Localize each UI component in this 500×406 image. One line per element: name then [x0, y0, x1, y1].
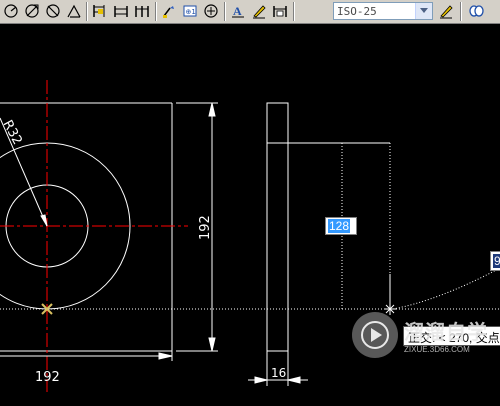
play-logo-icon: [352, 312, 398, 358]
dim-update-icon[interactable]: [250, 2, 268, 20]
dim-style-icon[interactable]: [271, 2, 289, 20]
toolbar-separator: [224, 2, 226, 21]
dynamic-input-angle[interactable]: 9: [490, 251, 500, 271]
dim-diameter-icon[interactable]: [23, 2, 41, 20]
dimtedit-icon[interactable]: A: [229, 2, 247, 20]
dynamic-input-angle-value: 9: [493, 254, 500, 268]
dimension-style-value: ISO-25: [337, 5, 377, 18]
height-dimension-label: 192: [198, 215, 213, 240]
side-width-label: 16: [271, 366, 286, 380]
width-dimension-label: 192: [35, 370, 60, 385]
watermark: 溜溜自学 ZIXUE.3D66.COM: [352, 312, 492, 370]
toolbar-separator: [86, 2, 88, 21]
dimstyle-manager-icon[interactable]: [437, 2, 455, 20]
dimension-toolbar: ⊕1 A ISO-25: [0, 0, 500, 24]
dim-leader-icon[interactable]: [133, 2, 151, 20]
svg-text:⊕1: ⊕1: [186, 8, 196, 16]
horizontal-dimension: [0, 351, 173, 361]
dimension-style-dropdown[interactable]: ISO-25: [333, 2, 433, 20]
radius-label: R32: [0, 118, 25, 148]
tolerance-icon[interactable]: [160, 2, 178, 20]
toolbar-separator: [293, 2, 295, 21]
quick-dim-icon[interactable]: [65, 2, 83, 20]
dynamic-input-length[interactable]: 128: [325, 217, 357, 235]
center-mark-icon[interactable]: ⊕1: [181, 2, 199, 20]
toolbar-separator: [460, 2, 462, 21]
watermark-title: 溜溜自学: [404, 322, 488, 344]
extra-icon[interactable]: [467, 2, 485, 20]
svg-text:A: A: [233, 4, 242, 18]
toolbar-separator: [155, 2, 157, 21]
dim-baseline-icon[interactable]: [91, 2, 109, 20]
dim-angular-icon[interactable]: [44, 2, 62, 20]
centerlines: [0, 80, 188, 392]
dimedit-icon[interactable]: [202, 2, 220, 20]
dynamic-input-value: 128: [328, 219, 351, 233]
dim-radius-icon[interactable]: [2, 2, 20, 20]
watermark-url: ZIXUE.3D66.COM: [404, 345, 470, 354]
chevron-down-icon[interactable]: [415, 3, 432, 19]
dim-continue-icon[interactable]: [112, 2, 130, 20]
front-view: [0, 102, 173, 352]
side-view: [266, 102, 289, 352]
